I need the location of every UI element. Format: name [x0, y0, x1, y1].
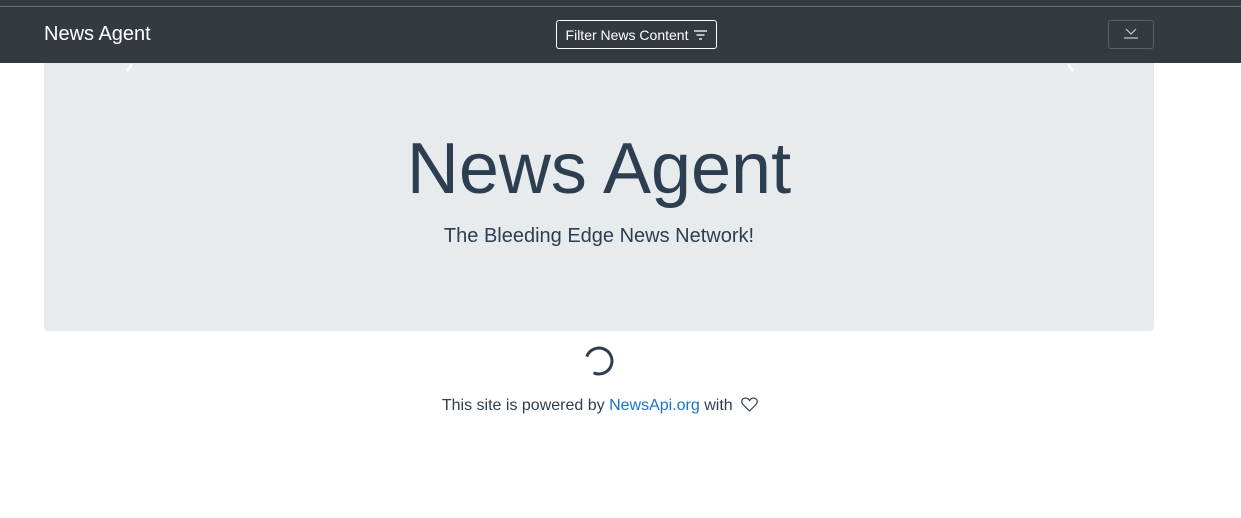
navbar: News Agent Filter News Content	[0, 7, 1241, 63]
hero-title: News Agent	[406, 129, 792, 209]
download-button[interactable]	[1108, 20, 1154, 49]
footer-suffix: with	[704, 397, 733, 414]
footer: This site is powered by NewsApi.org with	[0, 396, 1200, 418]
filter-news-button[interactable]: Filter News Content	[556, 20, 717, 49]
hero-subtitle: The Bleeding Edge News Network!	[443, 225, 755, 247]
heart-icon	[741, 397, 758, 418]
carousel-prev-icon[interactable]	[118, 63, 138, 75]
window-top-border	[0, 0, 1241, 7]
filter-lines-icon	[694, 29, 708, 40]
spinner-icon	[583, 345, 615, 377]
hero-jumbotron: News Agent The Bleeding Edge News Networ…	[44, 63, 1154, 331]
footer-prefix: This site is powered by	[441, 397, 605, 414]
newsapi-link[interactable]: NewsApi.org	[609, 397, 700, 414]
filter-news-label: Filter News Content	[565, 26, 689, 43]
navbar-brand[interactable]: News Agent	[44, 21, 151, 47]
carousel-next-icon[interactable]	[1062, 63, 1082, 75]
download-icon	[1123, 26, 1139, 44]
